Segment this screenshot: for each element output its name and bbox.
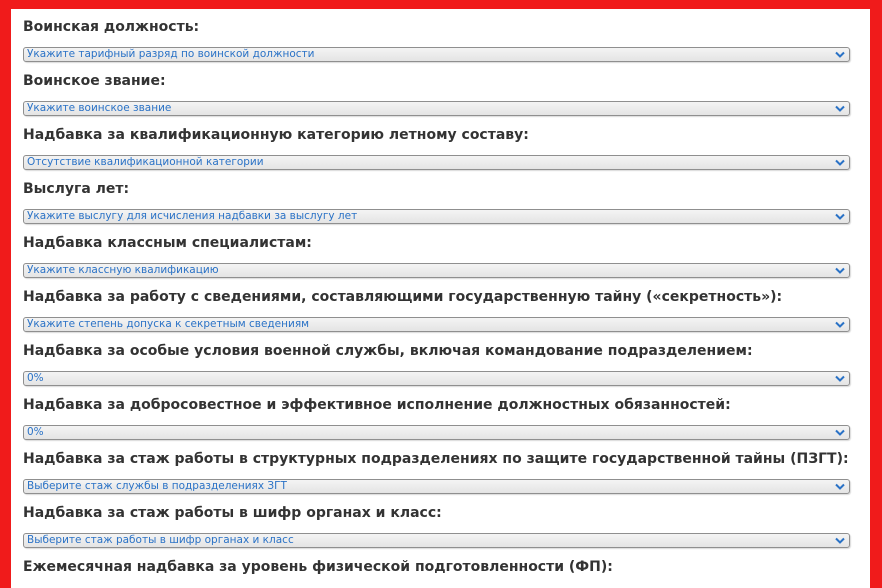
select-value: Укажите воинское звание [27,102,172,114]
chevron-down-icon [835,321,845,328]
field-label: Надбавка за добросовестное и эффективное… [23,397,731,413]
flight-qualification-select[interactable]: Отсутствие квалификационной категории [23,155,850,170]
select-value: Укажите выслугу для исчисления надбавки … [27,210,358,222]
military-rank-select[interactable]: Укажите воинское звание [23,101,850,116]
chevron-down-icon [835,105,845,112]
select-value: Выберите стаж службы в подразделениях ЗГ… [27,480,287,492]
select-value: 0% [27,426,44,438]
field-label: Воинская должность: [23,19,200,35]
military-position-select[interactable]: Укажите тарифный разряд по воинской долж… [23,47,850,62]
chevron-down-icon [835,375,845,382]
chevron-down-icon [835,483,845,490]
field-label: Надбавка за работу с сведениями, составл… [23,289,783,305]
field-label: Надбавка за стаж работы в структурных по… [23,451,849,467]
salary-form-panel: Воинская должность: Укажите тарифный раз… [11,9,870,588]
field-label: Надбавка за особые условия военной служб… [23,343,753,359]
class-specialist-select[interactable]: Укажите классную квалификацию [23,263,850,278]
field-label: Надбавка за стаж работы в шифр органах и… [23,505,442,521]
field-label: Ежемесячная надбавка за уровень физическ… [23,559,613,575]
secrecy-select[interactable]: Укажите степень допуска к секретным свед… [23,317,850,332]
conscientious-performance-select[interactable]: 0% [23,425,850,440]
select-value: Выберите стаж работы в шифр органах и кл… [27,534,294,546]
field-label: Воинское звание: [23,73,166,89]
field-label: Выслуга лет: [23,181,130,197]
field-label: Надбавка за квалификационную категорию л… [23,127,529,143]
select-value: Укажите тарифный разряд по воинской долж… [27,48,315,60]
length-of-service-select[interactable]: Укажите выслугу для исчисления надбавки … [23,209,850,224]
chevron-down-icon [835,267,845,274]
field-label: Надбавка классным специалистам: [23,235,312,251]
chevron-down-icon [835,159,845,166]
select-value: 0% [27,372,44,384]
pzgt-experience-select[interactable]: Выберите стаж службы в подразделениях ЗГ… [23,479,850,494]
cipher-experience-select[interactable]: Выберите стаж работы в шифр органах и кл… [23,533,850,548]
chevron-down-icon [835,537,845,544]
chevron-down-icon [835,51,845,58]
special-conditions-select[interactable]: 0% [23,371,850,386]
select-value: Укажите классную квалификацию [27,264,219,276]
select-value: Отсутствие квалификационной категории [27,156,264,168]
select-value: Укажите степень допуска к секретным свед… [27,318,310,330]
chevron-down-icon [835,213,845,220]
chevron-down-icon [835,429,845,436]
